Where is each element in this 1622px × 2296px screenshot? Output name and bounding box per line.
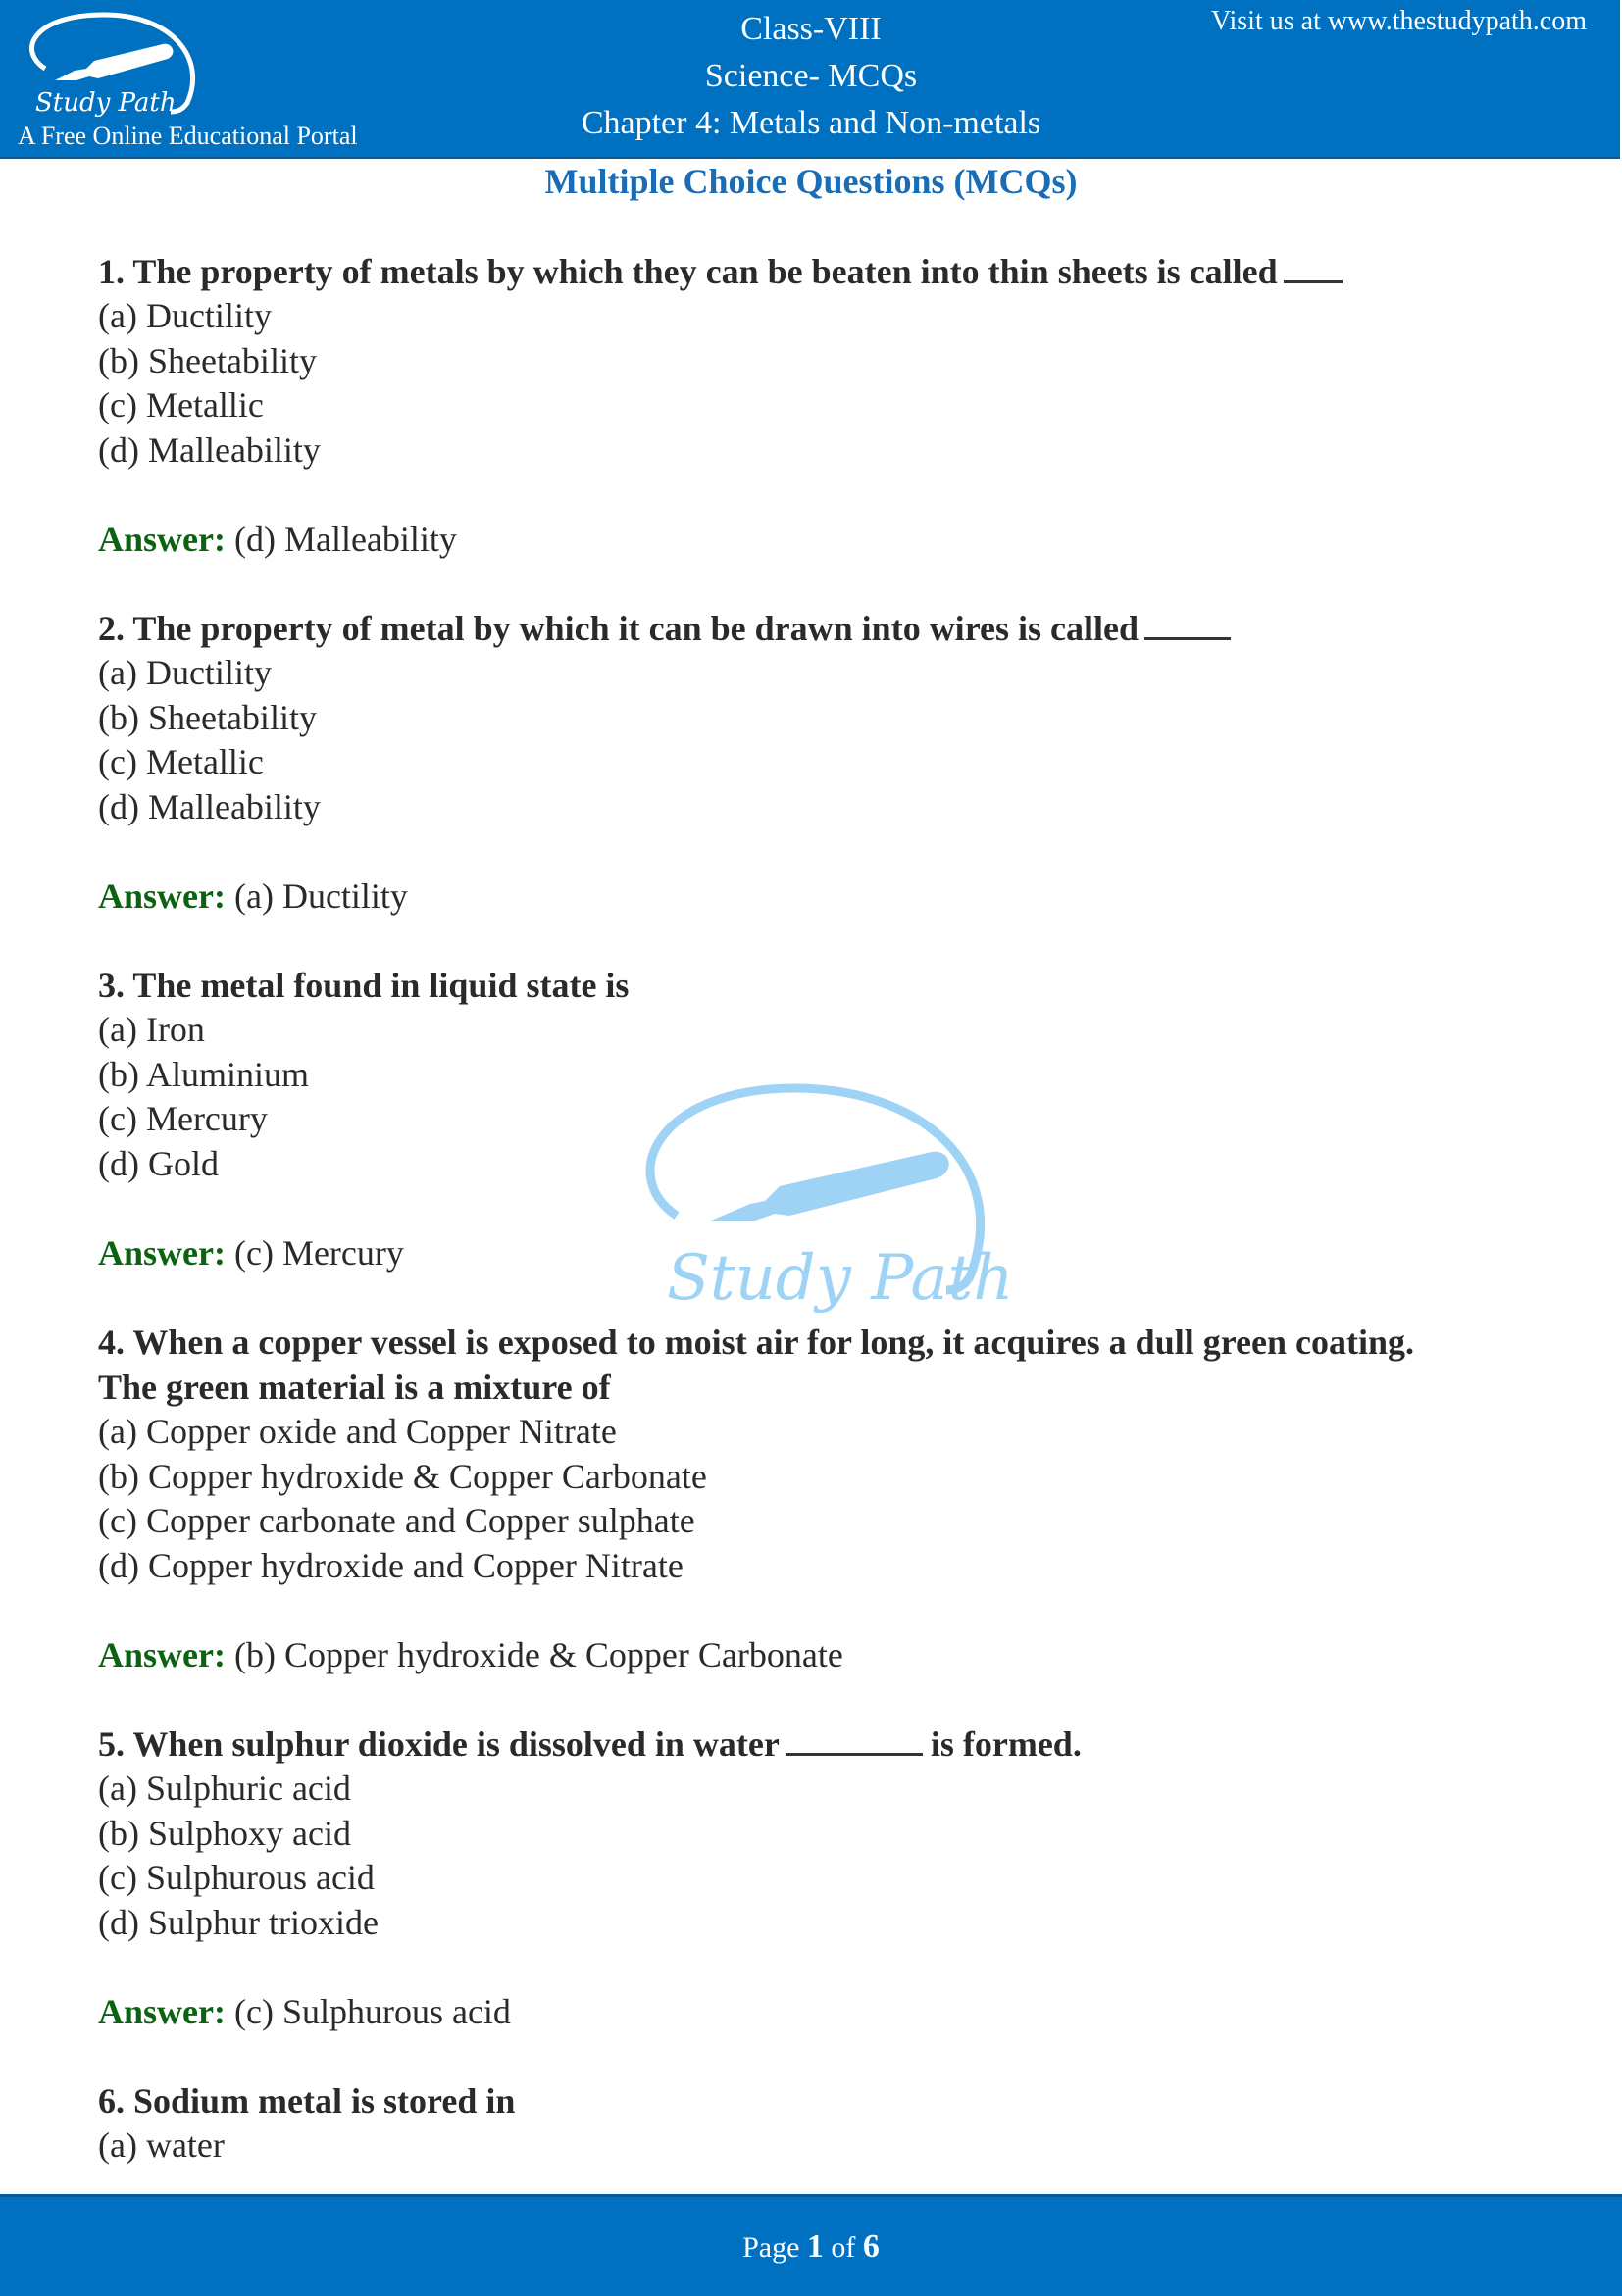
question-text-continued: The green material is a mixture of: [98, 1368, 611, 1407]
answer: Answer: (c) Sulphurous acid: [98, 1989, 1549, 2034]
footer-banner: Page 1 of 6: [0, 2194, 1622, 2296]
current-page: 1: [806, 2228, 824, 2265]
answer-label: Answer:: [98, 1233, 226, 1273]
answer-label: Answer:: [98, 1635, 226, 1674]
option: (d) Malleability: [98, 429, 321, 470]
option: (b) Sheetability: [98, 697, 317, 737]
mcq-list: 1. The property of metals by which they …: [98, 249, 1549, 2169]
option: (a) Copper oxide and Copper Nitrate: [98, 1412, 617, 1451]
question-1: 1. The property of metals by which they …: [98, 249, 1549, 562]
answer: Answer: (b) Copper hydroxide & Copper Ca…: [98, 1632, 1549, 1677]
fill-blank: [1283, 279, 1343, 283]
option: (d) Malleability: [98, 786, 321, 826]
question-2: 2. The property of metal by which it can…: [98, 606, 1549, 919]
question-3: 3. The metal found in liquid state is (a…: [98, 963, 1549, 1275]
logo-text: Study Path: [35, 88, 177, 118]
answer-label: Answer:: [98, 876, 226, 916]
answer: Answer: (c) Mercury: [98, 1230, 1549, 1275]
option: (a) Ductility: [98, 296, 272, 335]
option: (c) Metallic: [98, 385, 264, 424]
option: (a) Ductility: [98, 653, 272, 692]
page-title: Multiple Choice Questions (MCQs): [544, 162, 1078, 201]
chapter-label: Chapter 4: Metals and Non-metals: [581, 105, 1041, 141]
total-pages: 6: [862, 2228, 880, 2265]
option: (b) Aluminium: [98, 1054, 309, 1094]
answer-value: (d) Malleability: [233, 520, 457, 559]
answer: Answer: (d) Malleability: [98, 517, 1549, 562]
option: (b) Copper hydroxide & Copper Carbonate: [98, 1456, 707, 1496]
question-text: 6. Sodium metal is stored in: [98, 2081, 516, 2121]
portal-tagline: A Free Online Educational Portal: [18, 122, 358, 150]
option: (c) Mercury: [98, 1099, 268, 1138]
answer-label: Answer:: [98, 1992, 226, 2031]
fill-blank: [785, 1752, 923, 1756]
header-titles: Class-VIII Science- MCQs Chapter 4: Meta…: [490, 6, 1132, 147]
answer-label: Answer:: [98, 520, 226, 559]
question-4: 4. When a copper vessel is exposed to mo…: [98, 1320, 1549, 1677]
website-link[interactable]: Visit us at www.thestudypath.com: [1211, 6, 1587, 37]
study-path-logo: Study Path: [29, 12, 195, 118]
class-label: Class-VIII: [740, 11, 882, 47]
option: (c) Copper carbonate and Copper sulphate: [98, 1501, 695, 1540]
pen-icon: [55, 43, 174, 80]
answer-value: (a) Ductility: [233, 876, 408, 916]
option: (b) Sheetability: [98, 340, 317, 380]
answer-value: (b) Copper hydroxide & Copper Carbonate: [233, 1635, 843, 1674]
option: (d) Sulphur trioxide: [98, 1902, 379, 1942]
answer-value: (c) Sulphurous acid: [233, 1992, 511, 2031]
option: (a) Sulphuric acid: [98, 1769, 351, 1808]
subject-label: Science- MCQs: [704, 58, 918, 94]
option: (d) Copper hydroxide and Copper Nitrate: [98, 1545, 684, 1585]
question-text: 5. When sulphur dioxide is dissolved in …: [98, 1724, 1082, 1764]
question-text: 3. The metal found in liquid state is: [98, 966, 630, 1005]
fill-blank: [1144, 636, 1231, 640]
question-5: 5. When sulphur dioxide is dissolved in …: [98, 1722, 1549, 2034]
answer: Answer: (a) Ductility: [98, 873, 1549, 919]
answer-value: (c) Mercury: [233, 1233, 404, 1273]
question-text: 2. The property of metal by which it can…: [98, 606, 1549, 651]
option: (c) Metallic: [98, 742, 264, 781]
option: (c) Sulphurous acid: [98, 1858, 375, 1897]
header-banner: Study Path A Free Online Educational Por…: [0, 0, 1620, 159]
page-indicator: Page 1 of 6: [742, 2228, 880, 2265]
option: (b) Sulphoxy acid: [98, 1813, 351, 1853]
option: (a) water: [98, 2125, 225, 2165]
question-6: 6. Sodium metal is stored in (a) water: [98, 2078, 1549, 2169]
option: (a) Iron: [98, 1010, 205, 1049]
option: (d) Gold: [98, 1143, 219, 1183]
question-text: 1. The property of metals by which they …: [98, 249, 1549, 294]
question-text: 4. When a copper vessel is exposed to mo…: [98, 1323, 1415, 1362]
